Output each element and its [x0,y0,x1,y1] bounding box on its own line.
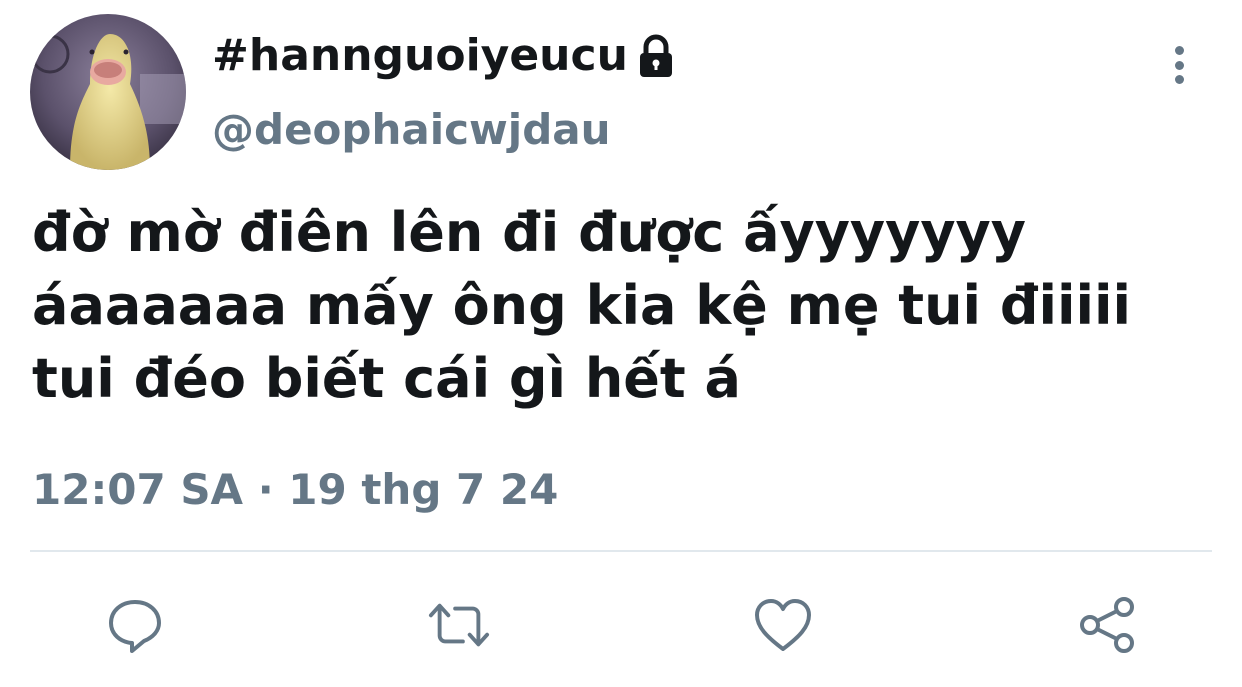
handle[interactable]: @deophaicwjdau [212,100,611,160]
avatar[interactable] [30,14,186,170]
tweet-text-line: áaaaaaa mấy ông kia kệ mẹ tui điiiii [32,274,1132,337]
share-icon[interactable] [1076,594,1138,656]
heart-icon[interactable] [752,594,814,656]
display-name-text: #hannguoiyeucu [212,30,628,81]
lock-icon [636,34,676,78]
retweet-icon[interactable] [428,594,490,656]
divider [30,550,1212,552]
duck-avatar-image [30,14,186,170]
display-name[interactable]: #hannguoiyeucu [212,26,676,86]
timestamp[interactable]: 12:07 SA · 19 thg 7 24 [32,458,558,522]
tweet-text: đờ mờ điên lên đi được ấyyyyyyy áaaaaaa … [32,196,1222,415]
reply-icon[interactable] [104,594,166,656]
tweet-text-line: tui đéo biết cái gì hết á [32,347,741,410]
tweet-text-line: đờ mờ điên lên đi được ấyyyyyyy [32,201,1026,264]
more-options-icon[interactable] [1158,40,1200,90]
